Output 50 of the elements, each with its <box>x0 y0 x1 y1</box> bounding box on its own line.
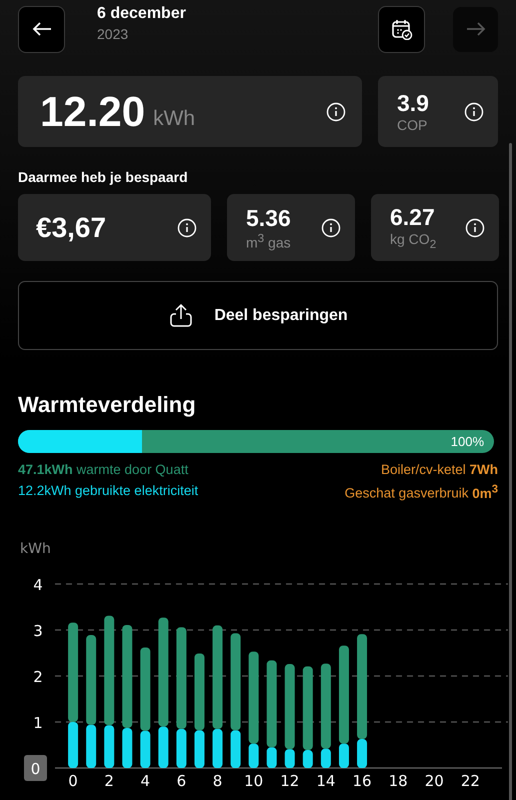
x-tick-label: 2 <box>104 772 114 788</box>
info-icon[interactable] <box>321 218 341 238</box>
cop-label: COP <box>397 117 428 133</box>
x-tick-label: 10 <box>244 772 264 788</box>
section-title: Warmteverdeling <box>18 392 197 418</box>
info-icon[interactable] <box>177 218 197 238</box>
calendar-button[interactable] <box>378 6 425 52</box>
x-tick-label: 14 <box>316 772 336 788</box>
year-label: 2023 <box>97 26 130 42</box>
right-arrow-icon <box>466 21 486 37</box>
x-tick-label: 22 <box>460 772 480 788</box>
energy-unit: kWh <box>153 106 196 130</box>
savings-unit: kg CO$_{2}$ <box>390 231 436 251</box>
zero-tick-label: 0 <box>24 754 47 780</box>
x-tick-label: 6 <box>176 772 186 788</box>
info-icon[interactable] <box>465 218 485 238</box>
scrollbar[interactable] <box>509 143 512 800</box>
cop-value: 3.9 <box>397 90 429 117</box>
energy-value: 12.20 <box>40 88 146 136</box>
x-tick-label: 12 <box>280 772 300 788</box>
info-icon[interactable] <box>326 102 346 122</box>
date-title: 6 december <box>97 4 187 22</box>
x-tick-label: 20 <box>424 772 444 788</box>
savings-unit: m$^{3}$ gas <box>246 232 291 250</box>
x-tick-label: 8 <box>212 772 222 788</box>
x-tick-label: 0 <box>68 772 78 788</box>
share-button[interactable]: Deel besparingen <box>18 281 498 350</box>
y-tick-label: 0 <box>30 760 40 778</box>
legend-text: 12.2kWh gebruikte elektriciteit <box>18 483 198 498</box>
left-arrow-icon <box>32 21 52 37</box>
percent-label: 100% <box>450 434 484 449</box>
back-button[interactable] <box>18 6 65 52</box>
x-tick-label: 4 <box>140 772 150 788</box>
savings-value: €3,67 <box>36 212 106 244</box>
y-tick-label: 2 <box>33 668 43 686</box>
savings-label: Daarmee heb je bespaard <box>17 169 189 185</box>
x-tick-label: 18 <box>388 772 408 788</box>
savings-value: 6.27 <box>390 204 436 232</box>
calendar-icon <box>390 18 412 40</box>
share-icon <box>168 302 194 328</box>
y-tick-label: 3 <box>33 622 43 640</box>
y-tick-label: 1 <box>33 714 43 732</box>
legend-text: Boiler/cv-ketel 7Wh <box>380 462 498 477</box>
legend-text: 47.1kWh warmte door Quatt <box>18 462 190 477</box>
savings-value: 5.36 <box>246 204 291 232</box>
info-icon[interactable] <box>464 102 484 122</box>
legend-text: Geschat gasverbruik 0m$^{3}$ <box>344 483 498 500</box>
x-tick-label: 16 <box>352 772 372 788</box>
axis-unit: kWh <box>20 540 51 556</box>
y-tick-label: 4 <box>33 576 43 594</box>
